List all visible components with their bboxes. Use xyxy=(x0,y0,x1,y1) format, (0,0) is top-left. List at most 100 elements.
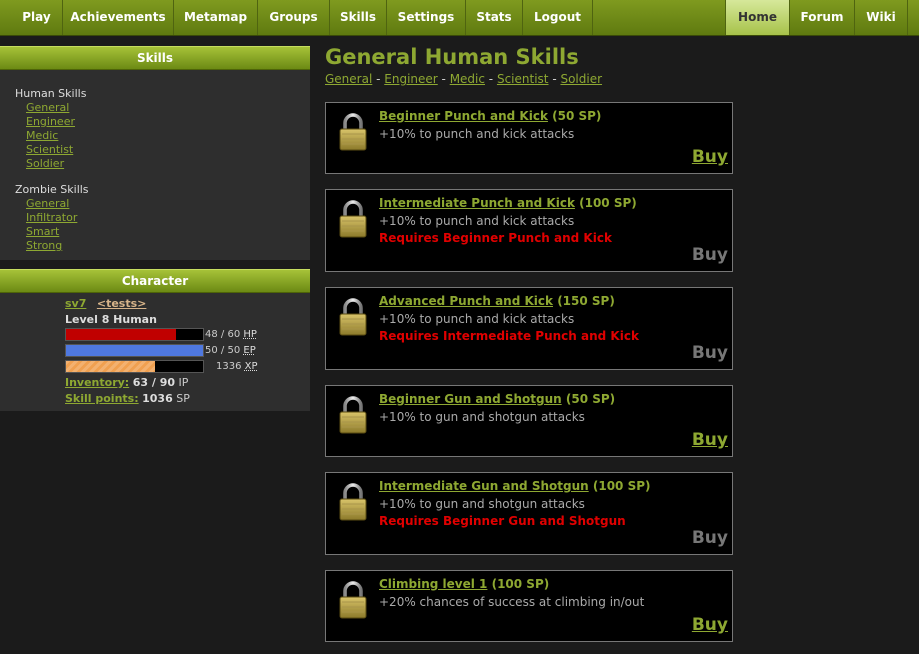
skill-title: Beginner Punch and Kick (50 SP) xyxy=(379,109,601,123)
skill-points-link[interactable]: Skill points: xyxy=(65,392,139,405)
skill-link-zombie-general[interactable]: General xyxy=(15,197,89,211)
xp-bar xyxy=(65,360,204,373)
skill-name-link[interactable]: Intermediate Gun and Shotgun xyxy=(379,479,589,493)
ep-bar-fill xyxy=(66,345,203,356)
hp-bar xyxy=(65,328,204,341)
nav-groups[interactable]: Groups xyxy=(258,0,330,35)
skill-cost: (50 SP) xyxy=(565,392,616,406)
skill-link-human-engineer[interactable]: Engineer xyxy=(15,115,86,129)
skill-description: +20% chances of success at climbing in/o… xyxy=(379,595,645,609)
skill-cost: (50 SP) xyxy=(552,109,602,123)
padlock-icon xyxy=(338,483,368,521)
xp-bar-fill xyxy=(66,361,156,372)
skill-link-zombie-smart[interactable]: Smart xyxy=(15,225,89,239)
skill-link-human-scientist[interactable]: Scientist xyxy=(15,143,86,157)
buy-button-disabled: Buy xyxy=(691,528,728,548)
skill-description: +10% to punch and kick attacks xyxy=(379,312,575,326)
ep-bar xyxy=(65,344,204,357)
buy-button[interactable]: Buy xyxy=(692,430,728,450)
skill-description: +10% to gun and shotgun attacks xyxy=(379,497,585,511)
skill-description: +10% to punch and kick attacks xyxy=(379,214,575,228)
padlock-icon xyxy=(338,298,368,336)
skill-card: Beginner Gun and Shotgun (50 SP) +10% to … xyxy=(325,385,733,457)
skill-card: Climbing level 1 (100 SP) +20% chances of… xyxy=(325,570,733,642)
nav-achievements[interactable]: Achievements xyxy=(63,0,174,35)
skill-link-zombie-infiltrator[interactable]: Infiltrator xyxy=(15,211,89,225)
character-panel: Character sv7 <tests> Level 8 Human 48 /… xyxy=(0,269,310,411)
skills-panel-header: Skills xyxy=(0,46,310,70)
skill-link-human-soldier[interactable]: Soldier xyxy=(15,157,86,171)
skillpoints-line: Skill points: 1036 SP xyxy=(65,392,190,405)
ep-readout: 50 / 50 EP xyxy=(205,345,256,356)
subnav-separator: - xyxy=(437,72,450,86)
padlock-icon xyxy=(338,396,368,434)
subnav-separator: - xyxy=(484,72,497,86)
group-tag-link[interactable]: <tests> xyxy=(97,297,147,310)
character-level: Level 8 Human xyxy=(65,313,157,326)
skill-title: Advanced Punch and Kick (150 SP) xyxy=(379,294,615,308)
skill-name-link[interactable]: Intermediate Punch and Kick xyxy=(379,196,575,210)
buy-button[interactable]: Buy xyxy=(692,615,728,635)
character-name-line: sv7 <tests> xyxy=(65,297,146,310)
subnav-soldier[interactable]: Soldier xyxy=(560,72,602,86)
character-panel-header: Character xyxy=(0,269,310,293)
hp-unit: HP xyxy=(243,329,257,340)
skill-category-subnav: General - Engineer - Medic - Scientist -… xyxy=(325,72,602,86)
padlock-icon xyxy=(338,200,368,238)
nav-metamap[interactable]: Metamap xyxy=(174,0,258,35)
hp-readout: 48 / 60 HP xyxy=(205,329,257,340)
zombie-skills-heading: Zombie Skills xyxy=(15,183,89,196)
padlock-icon xyxy=(338,113,368,151)
subnav-medic[interactable]: Medic xyxy=(450,72,485,86)
character-name-link[interactable]: sv7 xyxy=(65,297,86,310)
hp-value: 48 / 60 xyxy=(205,329,241,340)
nav-forum[interactable]: Forum xyxy=(790,0,855,35)
nav-skills[interactable]: Skills xyxy=(330,0,387,35)
nav-settings[interactable]: Settings xyxy=(387,0,466,35)
nav-logout[interactable]: Logout xyxy=(523,0,593,35)
skill-title: Beginner Gun and Shotgun (50 SP) xyxy=(379,392,615,406)
inventory-link[interactable]: Inventory: xyxy=(65,376,129,389)
nav-play[interactable]: Play xyxy=(11,0,63,35)
xp-unit: XP xyxy=(244,361,258,372)
human-skills-heading: Human Skills xyxy=(15,87,87,100)
page-title: General Human Skills xyxy=(325,45,579,69)
nav-wiki[interactable]: Wiki xyxy=(855,0,908,35)
skill-link-human-general[interactable]: General xyxy=(15,101,86,115)
top-navigation: Play Achievements Metamap Groups Skills … xyxy=(0,0,919,36)
skill-name-link[interactable]: Beginner Punch and Kick xyxy=(379,109,548,123)
skill-points-unit: SP xyxy=(176,392,190,405)
skill-title: Intermediate Gun and Shotgun (100 SP) xyxy=(379,479,651,493)
xp-readout: 1336 XP xyxy=(216,361,258,372)
subnav-general[interactable]: General xyxy=(325,72,372,86)
inventory-unit: IP xyxy=(178,376,189,389)
skill-link-human-medic[interactable]: Medic xyxy=(15,129,86,143)
skill-requirement: Requires Intermediate Punch and Kick xyxy=(379,329,639,343)
inventory-value: 63 / 90 xyxy=(132,376,175,389)
skill-card: Intermediate Gun and Shotgun (100 SP) +10… xyxy=(325,472,733,555)
subnav-separator: - xyxy=(372,72,385,86)
human-skills-list: Human Skills General Engineer Medic Scie… xyxy=(15,87,86,171)
skill-requirement: Requires Beginner Gun and Shotgun xyxy=(379,514,626,528)
subnav-separator: - xyxy=(548,72,561,86)
subnav-scientist[interactable]: Scientist xyxy=(497,72,549,86)
nav-home[interactable]: Home xyxy=(725,0,790,35)
skill-requirement: Requires Beginner Punch and Kick xyxy=(379,231,612,245)
skill-card: Intermediate Punch and Kick (100 SP) +10%… xyxy=(325,189,733,272)
skill-link-zombie-strong[interactable]: Strong xyxy=(15,239,89,253)
ep-unit: EP xyxy=(243,345,256,356)
skill-name-link[interactable]: Advanced Punch and Kick xyxy=(379,294,553,308)
skill-name-link[interactable]: Climbing level 1 xyxy=(379,577,487,591)
skill-card: Beginner Punch and Kick (50 SP) +10% to p… xyxy=(325,102,733,174)
nav-stats[interactable]: Stats xyxy=(466,0,523,35)
skill-cost: (100 SP) xyxy=(579,196,637,210)
buy-button[interactable]: Buy xyxy=(692,147,728,167)
xp-value: 1336 xyxy=(216,361,242,372)
skill-title: Climbing level 1 (100 SP) xyxy=(379,577,549,591)
subnav-engineer[interactable]: Engineer xyxy=(384,72,437,86)
skill-cost: (150 SP) xyxy=(557,294,615,308)
ep-value: 50 / 50 xyxy=(205,345,241,356)
padlock-icon xyxy=(338,581,368,619)
skills-panel: Skills Human Skills General Engineer Med… xyxy=(0,46,310,260)
skill-name-link[interactable]: Beginner Gun and Shotgun xyxy=(379,392,562,406)
